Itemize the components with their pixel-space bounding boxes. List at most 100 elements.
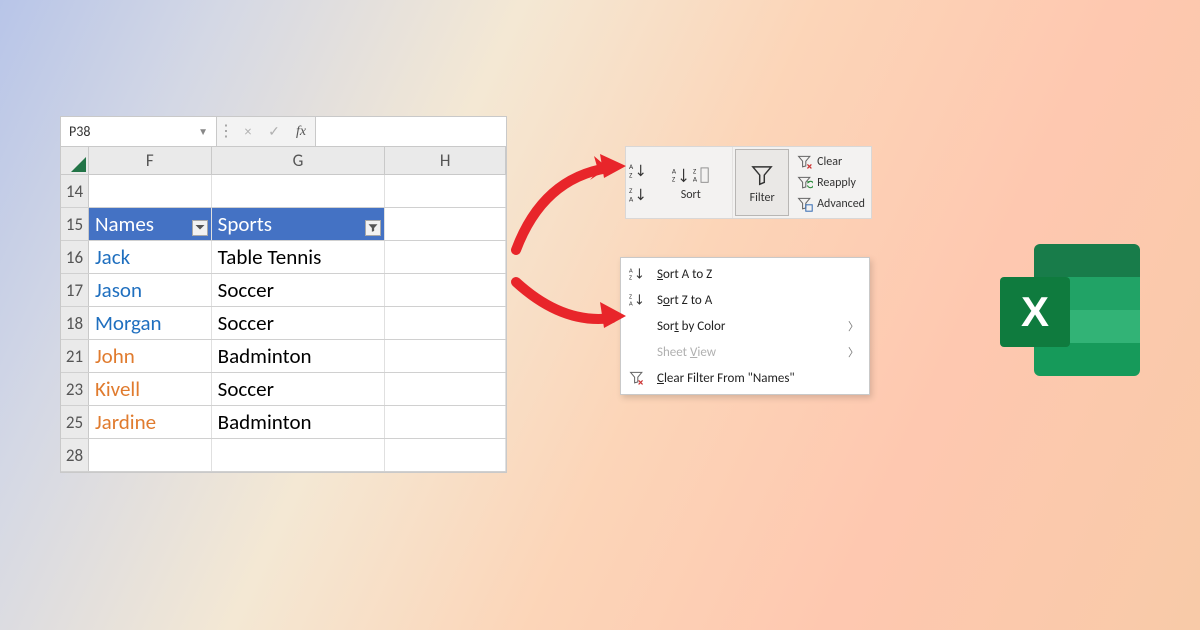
insert-function-icon[interactable]: fx — [287, 124, 315, 140]
select-all-triangle[interactable] — [61, 147, 89, 174]
menu-label: Sort Z to A — [657, 293, 859, 308]
table-row: 16 Jack Table Tennis — [61, 241, 506, 274]
cell[interactable]: Morgan — [89, 307, 212, 339]
cell[interactable]: Soccer — [212, 307, 386, 339]
menu-label: Sort by Color — [657, 319, 859, 334]
chevron-down-icon: ▼ — [198, 125, 208, 138]
cell[interactable] — [385, 241, 506, 273]
filter-label: Filter — [750, 191, 775, 205]
row-header[interactable]: 25 — [61, 406, 89, 438]
cell[interactable]: Table Tennis — [212, 241, 386, 273]
menu-sheet-view: Sheet View 〉 — [621, 339, 869, 365]
cell[interactable] — [385, 406, 506, 438]
cell[interactable] — [385, 175, 506, 207]
cancel-icon[interactable]: × — [235, 123, 261, 140]
table-row: 28 — [61, 439, 506, 472]
sort-button[interactable]: AZ ZA Sort — [649, 147, 733, 218]
row-header[interactable]: 14 — [61, 175, 89, 207]
cell[interactable]: Jack — [89, 241, 212, 273]
menu-sort-by-color[interactable]: Sort by Color 〉 — [621, 313, 869, 339]
cell[interactable]: Kivell — [89, 373, 212, 405]
table-row: 18 Morgan Soccer — [61, 307, 506, 340]
row-header[interactable]: 23 — [61, 373, 89, 405]
row-header[interactable]: 28 — [61, 439, 89, 471]
clear-label: Clear — [817, 155, 842, 169]
cell[interactable]: Jardine — [89, 406, 212, 438]
table-row: 21 John Badminton — [61, 340, 506, 373]
table-row: 17 Jason Soccer — [61, 274, 506, 307]
clear-filter-icon — [627, 370, 647, 386]
table-row: 25 Jardine Badminton — [61, 406, 506, 439]
row-header[interactable]: 18 — [61, 307, 89, 339]
clear-filter-button[interactable]: Clear — [797, 153, 865, 171]
excel-logo: X — [1000, 244, 1140, 376]
column-header-g[interactable]: G — [212, 147, 386, 174]
reapply-icon — [797, 175, 813, 191]
svg-text:Z: Z — [672, 174, 676, 183]
column-headers: F G H — [61, 147, 506, 175]
column-header-h[interactable]: H — [385, 147, 506, 174]
row-header[interactable]: 15 — [61, 208, 89, 240]
cell[interactable] — [385, 208, 506, 240]
svg-text:A: A — [693, 174, 698, 183]
cell[interactable]: Soccer — [212, 274, 386, 306]
column-header-f[interactable]: F — [89, 147, 212, 174]
filter-dropdown-button[interactable] — [192, 220, 208, 236]
cell[interactable] — [385, 307, 506, 339]
formula-editor[interactable] — [315, 117, 506, 146]
ribbon-sort-filter-group: AZ ZA AZ ZA Sort Filter Clear Reapply Ad… — [625, 146, 872, 219]
reapply-label: Reapply — [817, 176, 856, 190]
menu-clear-filter[interactable]: Clear Filter From "Names" — [621, 365, 869, 391]
cell[interactable]: John — [89, 340, 212, 372]
advanced-icon — [797, 196, 813, 212]
table-header-row: 15 Names Sports — [61, 208, 506, 241]
advanced-label: Advanced — [817, 197, 865, 211]
filter-context-menu: AZ Sort A to Z ZA Sort Z to A Sort by Co… — [620, 257, 870, 395]
callout-arrow-icon — [508, 148, 638, 266]
formula-bar: P38 ▼ ⋮ × ✓ fx — [61, 117, 506, 147]
callout-arrow-icon — [508, 270, 638, 340]
header-cell-names[interactable]: Names — [89, 208, 212, 240]
cell[interactable] — [385, 340, 506, 372]
clear-filter-icon — [797, 154, 813, 170]
cell[interactable] — [89, 439, 212, 471]
filter-button[interactable]: Filter — [735, 149, 789, 216]
formula-bar-options-icon[interactable]: ⋮ — [217, 117, 235, 147]
menu-label: Clear Filter From "Names" — [657, 371, 859, 386]
cell[interactable] — [212, 175, 386, 207]
confirm-icon[interactable]: ✓ — [261, 123, 287, 140]
row-header[interactable]: 21 — [61, 340, 89, 372]
advanced-filter-button[interactable]: Advanced — [797, 195, 865, 213]
excel-spreadsheet-window: P38 ▼ ⋮ × ✓ fx F G H 14 15 Names Sports — [60, 116, 507, 473]
header-label: Names — [95, 211, 154, 237]
cell[interactable]: Soccer — [212, 373, 386, 405]
cell[interactable]: Badminton — [212, 406, 386, 438]
cell[interactable]: Jason — [89, 274, 212, 306]
funnel-icon — [751, 163, 773, 189]
cell[interactable] — [89, 175, 212, 207]
menu-label: Sort A to Z — [657, 267, 859, 282]
menu-sort-az[interactable]: AZ Sort A to Z — [621, 261, 869, 287]
row-header[interactable]: 16 — [61, 241, 89, 273]
name-box-value: P38 — [69, 123, 90, 140]
cell[interactable] — [385, 373, 506, 405]
cell[interactable]: Badminton — [212, 340, 386, 372]
table-row: 23 Kivell Soccer — [61, 373, 506, 406]
sort-dialog-icon: AZ ZA — [671, 166, 710, 186]
cell[interactable] — [212, 439, 386, 471]
cell[interactable] — [385, 274, 506, 306]
ribbon-filter-actions: Clear Reapply Advanced — [791, 147, 871, 218]
header-cell-sports[interactable]: Sports — [212, 208, 386, 240]
reapply-filter-button[interactable]: Reapply — [797, 174, 865, 192]
name-box[interactable]: P38 ▼ — [61, 117, 217, 146]
row-header[interactable]: 17 — [61, 274, 89, 306]
menu-sort-za[interactable]: ZA Sort Z to A — [621, 287, 869, 313]
chevron-right-icon: 〉 — [848, 344, 859, 360]
filter-dropdown-icon — [194, 222, 206, 234]
table-row: 14 — [61, 175, 506, 208]
cell[interactable] — [385, 439, 506, 471]
excel-x-badge: X — [1000, 277, 1070, 347]
sort-label: Sort — [681, 188, 701, 202]
filter-active-button[interactable] — [365, 220, 381, 236]
filter-active-icon — [367, 222, 379, 234]
